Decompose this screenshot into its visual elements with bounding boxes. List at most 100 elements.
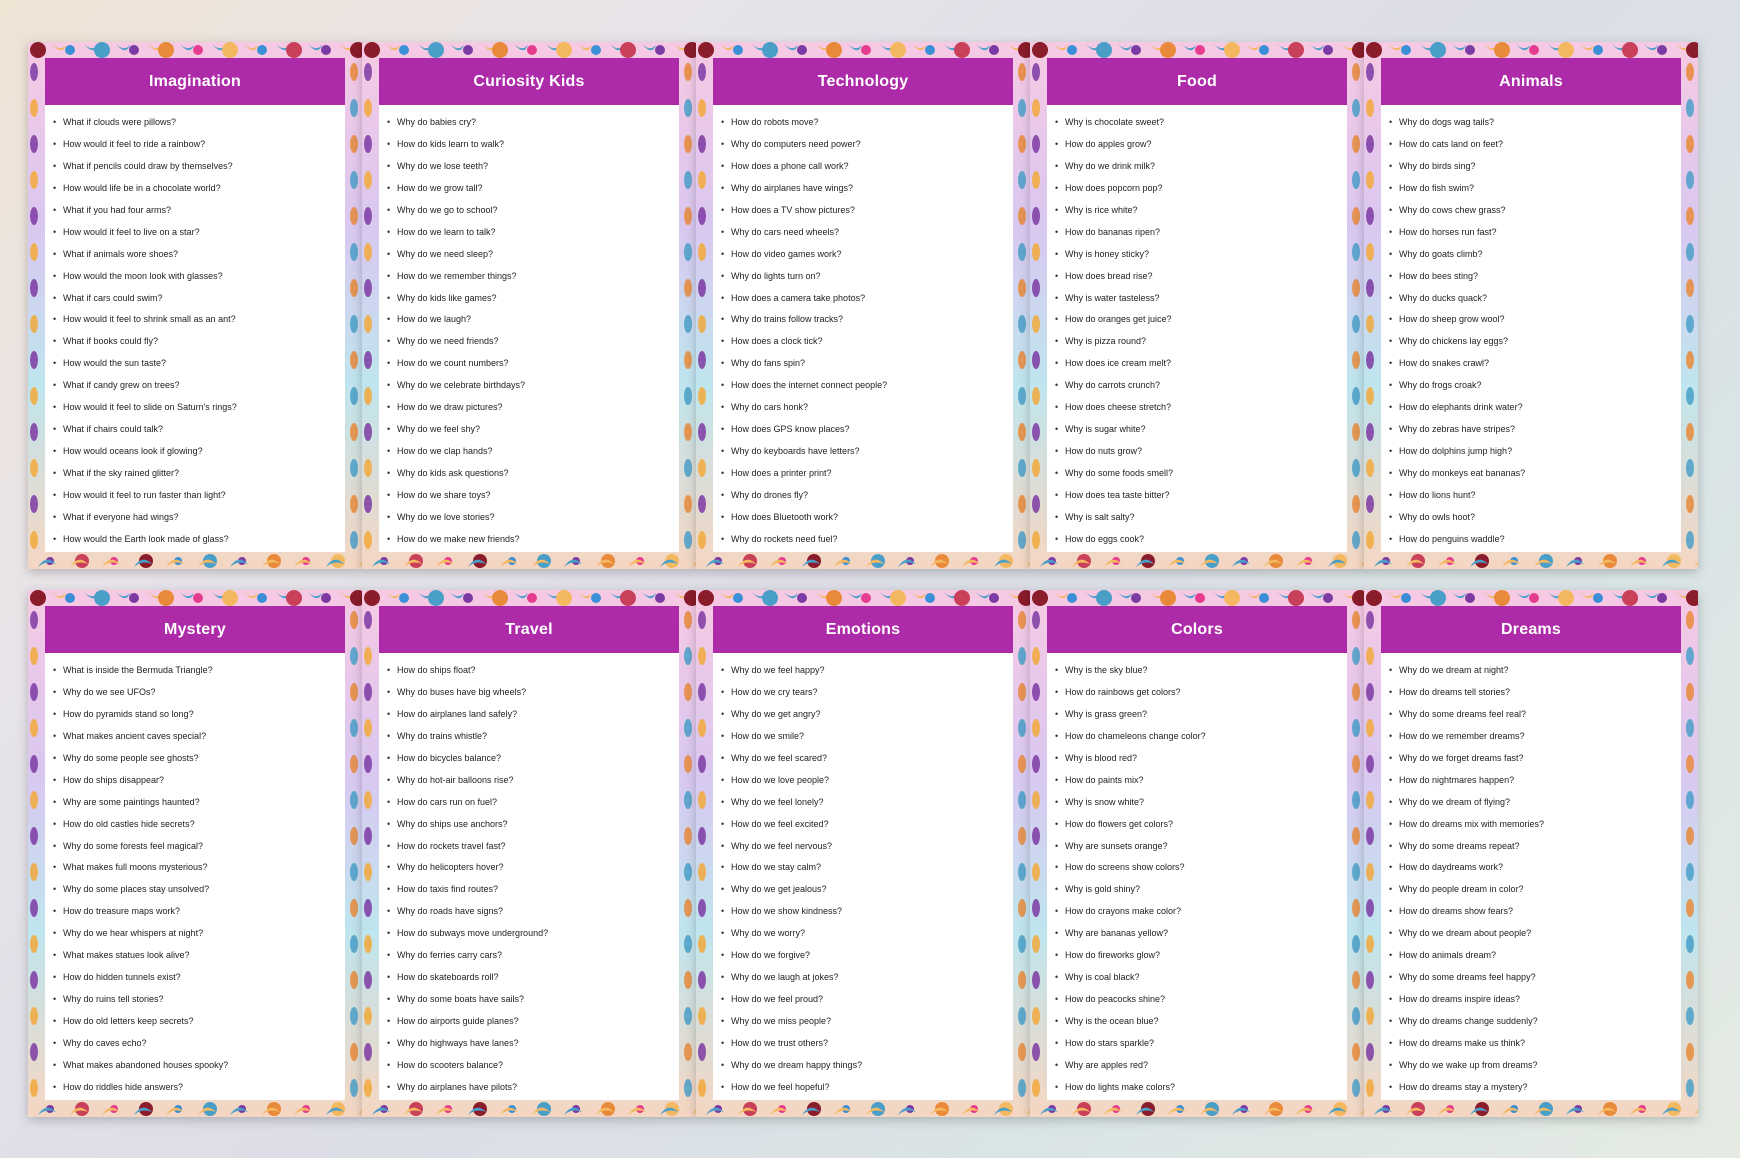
question-item: Why do some dreams feel real? [1381,704,1681,726]
question-item: How do subways move underground? [379,923,679,945]
question-item: How do dreams stay a mystery? [1381,1077,1681,1099]
worksheet-page: Travel How do ships float?Why do buses ha… [362,590,696,1117]
question-item: How do riddles hide answers? [45,1077,345,1099]
question-item: Why do dreams change suddenly? [1381,1011,1681,1033]
question-item: Why do hot-air balloons rise? [379,770,679,792]
question-item: How do dreams show fears? [1381,901,1681,923]
question-item: What if chairs could talk? [45,419,345,441]
question-item: Why is gold shiny? [1047,879,1347,901]
question-item: How do we trust others? [713,1033,1013,1055]
question-item: Why do some places stay unsolved? [45,879,345,901]
question-item: What if everyone had wings? [45,507,345,529]
question-item: Why do airplanes have pilots? [379,1077,679,1099]
question-item: How would it feel to slide on Saturn's r… [45,397,345,419]
page-header: Emotions [713,606,1013,653]
question-item: Why do we feel lonely? [713,792,1013,814]
question-item: How do kids learn to walk? [379,134,679,156]
question-item: How would the sun taste? [45,353,345,375]
question-list: How do ships float?Why do buses have big… [379,660,679,1099]
worksheet-page: Animals Why do dogs wag tails?How do cats… [1364,42,1698,569]
question-item: Why do we celebrate birthdays? [379,375,679,397]
question-item: How does tea taste bitter? [1047,485,1347,507]
question-item: How would it feel to live on a star? [45,222,345,244]
question-item: How would it feel to shrink small as an … [45,309,345,331]
question-item: How do lights make colors? [1047,1077,1347,1099]
question-item: What makes full moons mysterious? [45,857,345,879]
question-item: Why do we lose teeth? [379,156,679,178]
question-item: Why are bananas yellow? [1047,923,1347,945]
page-header: Curiosity Kids [379,58,679,105]
question-item: How do we draw pictures? [379,397,679,419]
question-item: Why is honey sticky? [1047,244,1347,266]
page-sheet: Colors Why is the sky blue?How do rainbow… [1047,606,1347,1100]
question-item: How do we show kindness? [713,901,1013,923]
question-item: What if animals wore shoes? [45,244,345,266]
question-item: How do we cry tears? [713,682,1013,704]
question-item: Why do ducks quack? [1381,288,1681,310]
question-item: Why is blood red? [1047,748,1347,770]
question-item: How do peacocks shine? [1047,989,1347,1011]
question-item: Why do airplanes have wings? [713,178,1013,200]
page-header: Animals [1381,58,1681,105]
worksheet-page: DreamsWhy do we dream at night?How do dr… [1364,590,1698,1117]
question-item: Why are some paintings haunted? [45,792,345,814]
question-item: Why do ruins tell stories? [45,989,345,1011]
question-item: How do we stay calm? [713,857,1013,879]
page-title: Technology [817,72,909,90]
question-item: Why is sugar white? [1047,419,1347,441]
question-item: How do sheep grow wool? [1381,309,1681,331]
question-item: Why do zebras have stripes? [1381,419,1681,441]
question-item: How do bananas ripen? [1047,222,1347,244]
question-item: Why do cars honk? [713,397,1013,419]
question-item: How do rainbows get colors? [1047,682,1347,704]
page-header: Imagination [45,58,345,105]
question-item: How would life be in a chocolate world? [45,178,345,200]
question-list: Why is chocolate sweet?How do apples gro… [1047,112,1347,551]
question-item: Why is water tasteless? [1047,288,1347,310]
question-item: What if candy grew on trees? [45,375,345,397]
question-item: Why do caves echo? [45,1033,345,1055]
question-item: Why do we hear whispers at night? [45,923,345,945]
question-item: Why do kids like games? [379,288,679,310]
question-item: Why do some boats have sails? [379,989,679,1011]
page-header: Travel [379,606,679,653]
question-item: Why do some dreams repeat? [1381,836,1681,858]
question-item: How do we learn to talk? [379,222,679,244]
question-item: How do we love people? [713,770,1013,792]
question-item: What if cars could swim? [45,288,345,310]
question-item: How do we laugh? [379,309,679,331]
worksheet-page: Colors Why is the sky blue?How do rainbow… [1030,590,1364,1117]
question-item: How do we grow tall? [379,178,679,200]
page-sheet: Technology How do robots move?Why do comp… [713,58,1013,552]
page-sheet: Animals Why do dogs wag tails?How do cats… [1381,58,1681,552]
question-item: How does popcorn pop? [1047,178,1347,200]
question-item: How does the internet connect people? [713,375,1013,397]
question-item: How do old letters keep secrets? [45,1011,345,1033]
question-item: Why do we wake up from dreams? [1381,1055,1681,1077]
question-item: How do fish swim? [1381,178,1681,200]
question-item: How do we remember things? [379,266,679,288]
question-item: How do stars sparkle? [1047,1033,1347,1055]
question-item: What makes abandoned houses spooky? [45,1055,345,1077]
page-header: Dreams [1381,606,1681,653]
question-item: Why do birds sing? [1381,156,1681,178]
question-item: How do daydreams work? [1381,857,1681,879]
question-item: Why do we feel scared? [713,748,1013,770]
question-item: How do hidden tunnels exist? [45,967,345,989]
page-header: Food [1047,58,1347,105]
question-item: How do paints mix? [1047,770,1347,792]
question-item: How would the Earth look made of glass? [45,529,345,551]
question-item: How do snakes crawl? [1381,353,1681,375]
question-item: Why do some foods smell? [1047,463,1347,485]
question-item: How do video games work? [713,244,1013,266]
page-header: Mystery [45,606,345,653]
question-item: Why do some people see ghosts? [45,748,345,770]
worksheet-page: Technology How do robots move?Why do comp… [696,42,1030,569]
page-sheet: Emotions Why do we feel happy?How do we c… [713,606,1013,1100]
question-list: Why do babies cry?How do kids learn to w… [379,112,679,551]
question-item: Why do computers need power? [713,134,1013,156]
question-item: How does a camera take photos? [713,288,1013,310]
question-item: How do airports guide planes? [379,1011,679,1033]
question-item: How do animals dream? [1381,945,1681,967]
question-item: How does cheese stretch? [1047,397,1347,419]
